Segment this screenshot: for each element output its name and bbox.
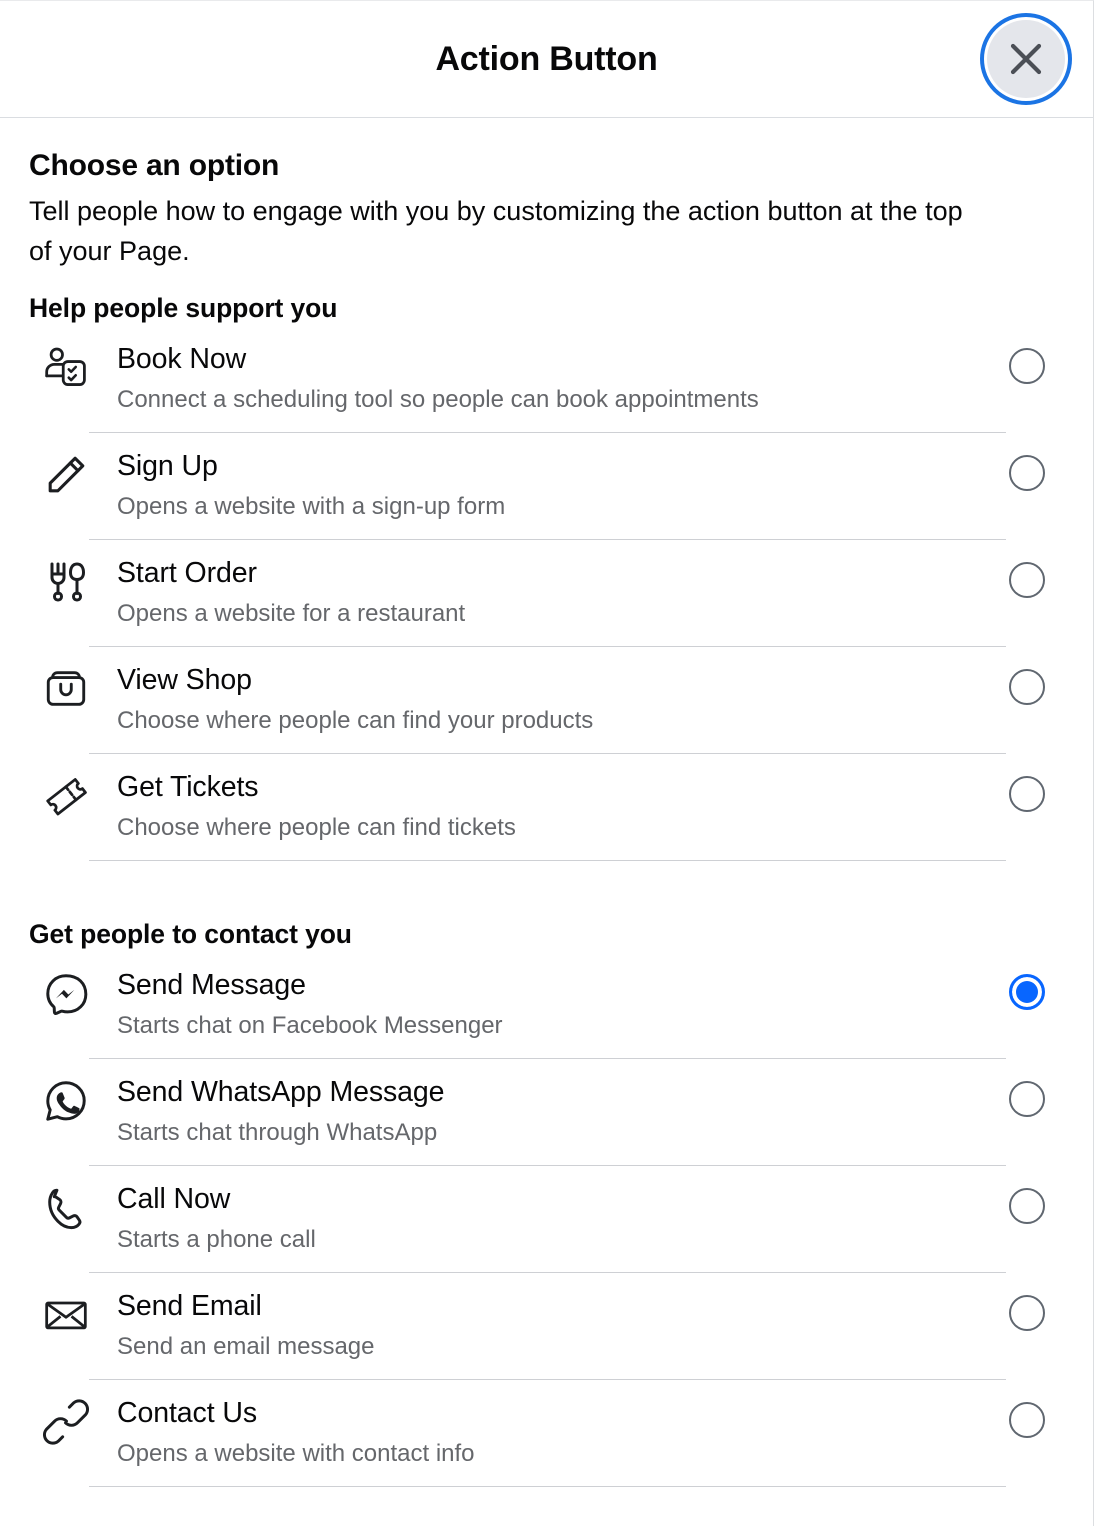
radio-send-email[interactable] xyxy=(1009,1295,1045,1331)
option-list-support: Book Now Connect a scheduling tool so pe… xyxy=(29,326,1065,861)
radio-cell xyxy=(989,1287,1065,1331)
radio-sign-up[interactable] xyxy=(1009,455,1045,491)
option-label: Send Email xyxy=(117,1290,262,1322)
option-label: Sign Up xyxy=(117,450,218,482)
fork-knife-icon xyxy=(29,556,89,608)
option-description: Choose where people can find tickets xyxy=(117,814,516,841)
whatsapp-icon xyxy=(29,1075,89,1127)
radio-start-order[interactable] xyxy=(1009,562,1045,598)
envelope-icon xyxy=(29,1289,89,1341)
group-title-contact: Get people to contact you xyxy=(29,919,352,949)
option-label: Send Message xyxy=(117,969,306,1001)
option-call-now[interactable]: Call Now Starts a phone call xyxy=(29,1166,1065,1273)
radio-view-shop[interactable] xyxy=(1009,669,1045,705)
option-view-shop[interactable]: View Shop Choose where people can find y… xyxy=(29,647,1065,754)
radio-send-whatsapp-message[interactable] xyxy=(1009,1081,1045,1117)
action-button-dialog: Action Button Choose an option Tell peop… xyxy=(0,0,1094,1526)
option-label: Send WhatsApp Message xyxy=(117,1076,445,1108)
choose-option-description: Tell people how to engage with you by cu… xyxy=(29,196,963,266)
option-text: Book Now Connect a scheduling tool so pe… xyxy=(89,340,1006,433)
option-label: Get Tickets xyxy=(117,771,259,803)
option-label: Book Now xyxy=(117,343,247,375)
radio-contact-us[interactable] xyxy=(1009,1402,1045,1438)
option-contact-us[interactable]: Contact Us Opens a website with contact … xyxy=(29,1380,1065,1487)
page-title: Action Button xyxy=(435,39,658,78)
messenger-icon xyxy=(29,968,89,1020)
radio-cell xyxy=(989,768,1065,812)
option-description: Opens a website for a restaurant xyxy=(117,600,466,627)
appointment-person-icon xyxy=(29,342,89,394)
radio-get-tickets[interactable] xyxy=(1009,776,1045,812)
radio-cell xyxy=(989,1180,1065,1224)
radio-call-now[interactable] xyxy=(1009,1188,1045,1224)
option-text: Send Message Starts chat on Facebook Mes… xyxy=(89,966,1006,1059)
option-start-order[interactable]: Start Order Opens a website for a restau… xyxy=(29,540,1065,647)
option-text: Sign Up Opens a website with a sign-up f… xyxy=(89,447,1006,540)
option-list-contact: Send Message Starts chat on Facebook Mes… xyxy=(29,952,1065,1487)
option-label: Start Order xyxy=(117,557,257,589)
option-text: Send WhatsApp Message Starts chat throug… xyxy=(89,1073,1006,1166)
option-text: View Shop Choose where people can find y… xyxy=(89,661,1006,754)
option-send-whatsapp-message[interactable]: Send WhatsApp Message Starts chat throug… xyxy=(29,1059,1065,1166)
option-label: View Shop xyxy=(117,664,252,696)
option-description: Starts chat through WhatsApp xyxy=(117,1119,438,1146)
radio-cell xyxy=(989,1073,1065,1117)
radio-cell xyxy=(989,340,1065,384)
option-description: Starts a phone call xyxy=(117,1226,316,1253)
option-sign-up[interactable]: Sign Up Opens a website with a sign-up f… xyxy=(29,433,1065,540)
group-title-support: Help people support you xyxy=(29,293,338,323)
dialog-body: Choose an option Tell people how to enga… xyxy=(0,149,1093,1487)
radio-book-now[interactable] xyxy=(1009,348,1045,384)
radio-cell xyxy=(989,661,1065,705)
radio-cell xyxy=(989,554,1065,598)
option-send-message[interactable]: Send Message Starts chat on Facebook Mes… xyxy=(29,952,1065,1059)
dialog-header: Action Button xyxy=(0,1,1093,118)
close-icon xyxy=(1005,38,1047,80)
ticket-icon xyxy=(29,770,89,822)
row-divider xyxy=(89,860,1006,861)
option-book-now[interactable]: Book Now Connect a scheduling tool so pe… xyxy=(29,326,1065,433)
option-text: Get Tickets Choose where people can find… xyxy=(89,768,1006,861)
option-description: Opens a website with a sign-up form xyxy=(117,493,506,520)
option-description: Connect a scheduling tool so people can … xyxy=(117,386,759,413)
radio-cell xyxy=(989,447,1065,491)
option-label: Call Now xyxy=(117,1183,231,1215)
option-text: Call Now Starts a phone call xyxy=(89,1180,1006,1273)
close-button[interactable] xyxy=(987,20,1065,98)
option-description: Send an email message xyxy=(117,1333,375,1360)
option-description: Choose where people can find your produc… xyxy=(117,707,594,734)
pencil-icon xyxy=(29,449,89,501)
choose-option-heading: Choose an option xyxy=(29,149,280,182)
radio-send-message[interactable] xyxy=(1009,974,1045,1010)
link-icon xyxy=(29,1396,89,1448)
row-divider xyxy=(89,1486,1006,1487)
option-send-email[interactable]: Send Email Send an email message xyxy=(29,1273,1065,1380)
shopping-bag-icon xyxy=(29,663,89,715)
radio-cell xyxy=(989,966,1065,1010)
option-description: Starts chat on Facebook Messenger xyxy=(117,1012,503,1039)
option-get-tickets[interactable]: Get Tickets Choose where people can find… xyxy=(29,754,1065,861)
option-text: Start Order Opens a website for a restau… xyxy=(89,554,1006,647)
phone-icon xyxy=(29,1182,89,1234)
radio-cell xyxy=(989,1394,1065,1438)
option-label: Contact Us xyxy=(117,1397,257,1429)
option-description: Opens a website with contact info xyxy=(117,1440,475,1467)
option-text: Send Email Send an email message xyxy=(89,1287,1006,1380)
option-text: Contact Us Opens a website with contact … xyxy=(89,1394,1006,1487)
